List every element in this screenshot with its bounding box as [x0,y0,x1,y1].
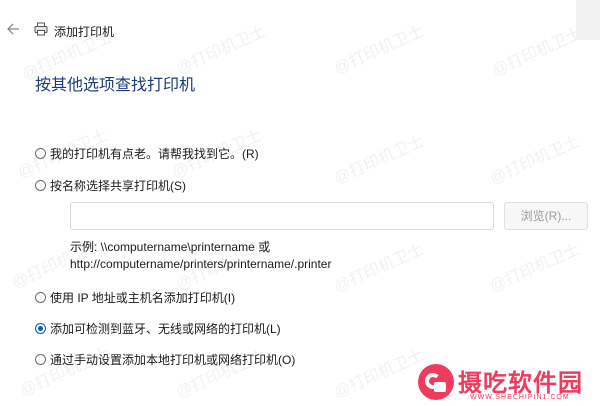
example-text-line2: http://computername/printers/printername… [70,257,332,271]
title-bar: 添加打印机 [0,0,600,52]
close-button[interactable] [576,0,600,40]
brand-logo-icon [418,364,454,400]
radio-local-printer[interactable] [35,354,46,365]
option-wireless-printer[interactable]: 添加可检测到蓝牙、无线或网络的打印机(L) [35,320,281,337]
printer-icon [34,22,48,36]
option-label: 按名称选择共享打印机(S) [50,179,186,193]
radio-wireless-printer[interactable] [35,323,46,334]
brand-watermark: 摄吃软件园 WWW.SHECHIPIN1.COM [418,362,598,404]
watermark: @打印机卫士 [17,344,113,400]
option-label: 通过手动设置添加本地打印机或网络打印机(O) [50,353,296,367]
page-heading: 按其他选项查找打印机 [35,77,196,94]
example-text-line1: 示例: \\computername\printername 或 [70,240,271,254]
browse-button[interactable]: 浏览(R)... [504,202,588,230]
radio-ip-address[interactable] [35,292,46,303]
option-label: 添加可检测到蓝牙、无线或网络的打印机(L) [50,322,281,336]
watermark: @打印机卫士 [487,132,583,188]
option-label: 使用 IP 地址或主机名添加打印机(I) [50,291,236,305]
option-old-printer[interactable]: 我的打印机有点老。请帮我找到它。(R) [35,145,259,162]
watermark: @打印机卫士 [331,346,427,402]
watermark: @打印机卫士 [487,240,583,296]
watermark: @打印机卫士 [331,132,427,188]
watermark: @打印机卫士 [331,240,427,296]
option-local-printer[interactable]: 通过手动设置添加本地打印机或网络打印机(O) [35,351,295,368]
back-arrow-icon[interactable] [6,22,20,36]
window-title: 添加打印机 [54,25,115,39]
printer-name-input[interactable] [70,202,494,230]
option-label: 我的打印机有点老。请帮我找到它。(R) [50,147,259,161]
radio-shared-printer[interactable] [35,180,46,191]
brand-name: 摄吃软件园 [458,370,583,397]
option-ip-address[interactable]: 使用 IP 地址或主机名添加打印机(I) [35,289,235,306]
brand-url: WWW.SHECHIPIN1.COM [470,394,570,401]
radio-old-printer[interactable] [35,148,46,159]
option-shared-printer[interactable]: 按名称选择共享打印机(S) [35,177,186,194]
